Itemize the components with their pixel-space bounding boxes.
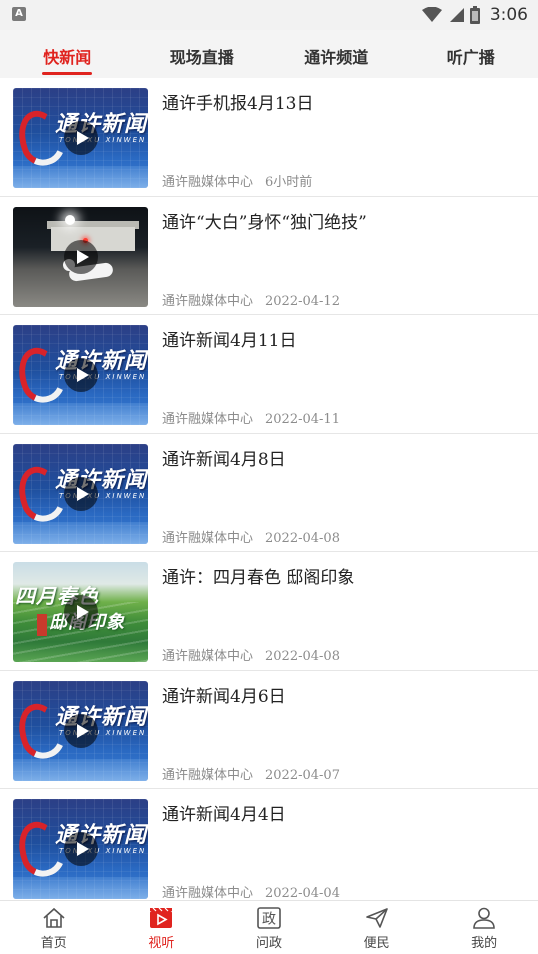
thumbnail-light <box>65 214 75 225</box>
video-thumbnail[interactable]: 通许新闻 TONGXU XINWEN <box>13 88 148 188</box>
news-date: 6小时前 <box>265 175 313 190</box>
news-item[interactable]: 四月春色 邸阁印象 通许：四月春色 邸阁印象 通许融媒体中心 2022-04-08 <box>0 552 538 671</box>
nav-wenzheng[interactable]: 政 问政 <box>215 901 323 954</box>
app-notification-icon: A <box>12 7 26 21</box>
tab-active-indicator <box>42 72 93 75</box>
news-item[interactable]: 通许新闻 TONGXU XINWEN 通许新闻4月8日 通许融媒体中心 2022-… <box>0 434 538 552</box>
news-item[interactable]: 通许新闻 TONGXU XINWEN 通许新闻4月6日 通许融媒体中心 2022-… <box>0 671 538 789</box>
video-thumbnail[interactable]: 四月春色 邸阁印象 <box>13 562 148 662</box>
tab-kuai-xinwen[interactable]: 快新闻 <box>0 30 135 78</box>
video-thumbnail[interactable]: 通许新闻 TONGXU XINWEN <box>13 799 148 899</box>
nav-bianmin[interactable]: 便民 <box>323 901 431 954</box>
news-title[interactable]: 通许新闻4月8日 <box>162 448 522 472</box>
news-meta: 通许融媒体中心 6小时前 <box>162 171 312 190</box>
news-title[interactable]: 通许：四月春色 邸阁印象 <box>162 566 522 590</box>
news-item[interactable]: 通许“大白”身怀“独门绝技” 通许融媒体中心 2022-04-12 <box>0 197 538 315</box>
news-meta: 通许融媒体中心 2022-04-08 <box>162 527 340 546</box>
nav-label: 首页 <box>40 936 67 951</box>
play-icon[interactable] <box>63 476 98 511</box>
thumbnail-skyline <box>13 403 148 425</box>
news-source: 通许融媒体中心 <box>162 530 254 546</box>
news-item[interactable]: 通许新闻 TONGXU XINWEN 通许新闻4月4日 通许融媒体中心 2022-… <box>0 789 538 900</box>
news-title[interactable]: 通许新闻4月11日 <box>162 329 522 353</box>
video-thumbnail[interactable]: 通许新闻 TONGXU XINWEN <box>13 325 148 425</box>
news-source: 通许融媒体中心 <box>162 175 254 190</box>
thumbnail-seal <box>37 614 47 636</box>
play-icon[interactable] <box>63 239 98 274</box>
status-time: 3:06 <box>489 5 528 25</box>
bottom-nav: 首页 视听 政 问政 便民 我的 <box>0 900 538 954</box>
video-thumbnail[interactable] <box>13 206 148 307</box>
video-icon <box>150 907 173 928</box>
top-tab-bar: 快新闻 现场直播 通许频道 听广播 <box>0 30 538 78</box>
news-source: 通许融媒体中心 <box>162 649 254 664</box>
news-title[interactable]: 通许新闻4月6日 <box>162 685 522 709</box>
news-list[interactable]: 通许新闻 TONGXU XINWEN 通许手机报4月13日 通许融媒体中心 6小时… <box>0 78 538 900</box>
nav-mine[interactable]: 我的 <box>430 901 538 954</box>
send-icon <box>365 908 388 928</box>
news-date: 2022-04-11 <box>265 412 340 427</box>
play-icon[interactable] <box>63 713 98 748</box>
tab-label: 听广播 <box>446 48 495 67</box>
news-meta: 通许融媒体中心 2022-04-08 <box>162 645 340 664</box>
tab-tongxu-pindao[interactable]: 通许频道 <box>269 30 404 78</box>
news-source: 通许融媒体中心 <box>162 293 254 309</box>
thumbnail-skyline <box>13 521 148 544</box>
wifi-icon <box>421 7 442 22</box>
thumbnail-skyline <box>13 758 148 781</box>
news-date: 2022-04-12 <box>265 293 340 309</box>
news-date: 2022-04-08 <box>265 530 340 546</box>
play-icon[interactable] <box>63 595 98 629</box>
news-title[interactable]: 通许“大白”身怀“独门绝技” <box>162 211 522 235</box>
thumbnail-skyline <box>13 166 148 188</box>
news-date: 2022-04-04 <box>265 886 340 900</box>
news-date: 2022-04-07 <box>265 767 340 783</box>
news-meta: 通许融媒体中心 2022-04-11 <box>162 408 340 427</box>
nav-label: 视听 <box>148 936 175 951</box>
nav-label: 我的 <box>471 936 498 951</box>
play-icon[interactable] <box>63 832 98 866</box>
news-date: 2022-04-08 <box>265 649 340 664</box>
news-meta: 通许融媒体中心 2022-04-04 <box>162 882 340 900</box>
signal-icon <box>449 8 464 22</box>
status-right: 3:06 <box>421 3 528 27</box>
zheng-icon: 政 <box>257 907 281 929</box>
status-bar: A 3:06 <box>0 0 538 30</box>
play-icon[interactable] <box>63 121 98 155</box>
nav-video[interactable]: 视听 <box>108 901 216 954</box>
tab-label: 通许频道 <box>304 48 369 67</box>
news-source: 通许融媒体中心 <box>162 412 254 427</box>
user-icon <box>473 907 495 929</box>
news-meta: 通许融媒体中心 2022-04-12 <box>162 290 340 309</box>
nav-label: 便民 <box>363 936 390 951</box>
news-meta: 通许融媒体中心 2022-04-07 <box>162 764 340 783</box>
news-source: 通许融媒体中心 <box>162 886 254 900</box>
news-item[interactable]: 通许新闻 TONGXU XINWEN 通许新闻4月11日 通许融媒体中心 2022… <box>0 315 538 434</box>
news-title[interactable]: 通许手机报4月13日 <box>162 92 522 116</box>
news-source: 通许融媒体中心 <box>162 767 254 783</box>
video-thumbnail[interactable]: 通许新闻 TONGXU XINWEN <box>13 680 148 781</box>
home-icon <box>43 907 65 928</box>
play-icon[interactable] <box>63 358 98 392</box>
tab-label: 快新闻 <box>43 48 92 67</box>
nav-label: 问政 <box>255 936 282 951</box>
battery-icon <box>469 6 480 24</box>
svg-text:政: 政 <box>262 912 276 928</box>
tab-label: 现场直播 <box>169 48 234 67</box>
tab-ting-guangbo[interactable]: 听广播 <box>404 30 538 78</box>
video-thumbnail[interactable]: 通许新闻 TONGXU XINWEN <box>13 443 148 544</box>
thumbnail-skyline <box>13 877 148 899</box>
news-item[interactable]: 通许新闻 TONGXU XINWEN 通许手机报4月13日 通许融媒体中心 6小时… <box>0 78 538 197</box>
news-title[interactable]: 通许新闻4月4日 <box>162 803 522 827</box>
nav-home[interactable]: 首页 <box>0 901 108 954</box>
tab-xianchang-zhibo[interactable]: 现场直播 <box>135 30 270 78</box>
